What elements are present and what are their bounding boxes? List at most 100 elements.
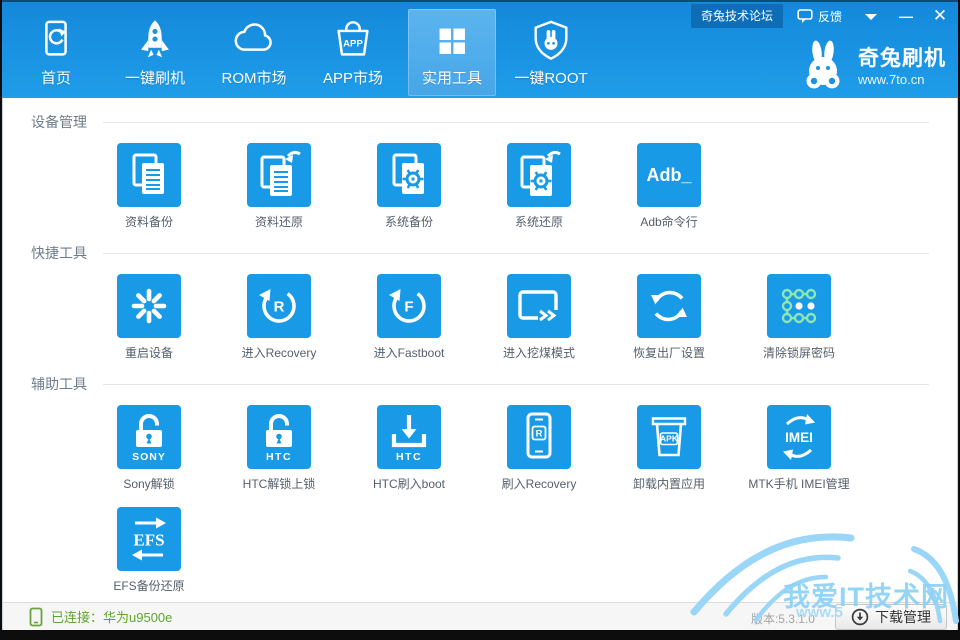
tool-enter-recovery[interactable]: R 进入Recovery (214, 274, 344, 361)
tab-rom-market[interactable]: ROM市场 (210, 9, 298, 96)
data-restore-icon (247, 143, 311, 207)
menu-dropdown-button[interactable] (860, 7, 882, 25)
section-title: 设备管理 (31, 112, 87, 132)
tool-efs-backup-restore[interactable]: EFS EFS备份还原 (84, 507, 214, 594)
system-restore-icon (507, 143, 571, 207)
tool-label: MTK手机 IMEI管理 (748, 475, 849, 492)
restart-icon (117, 274, 181, 338)
rocket-icon (132, 18, 178, 64)
header: 首页 一键刷机 (2, 0, 958, 98)
section-device-management-row: 资料备份 资料还原 (3, 143, 957, 230)
tool-clear-lock-password[interactable]: 清除锁屏密码 (734, 274, 864, 361)
efs-icon: EFS (117, 507, 181, 571)
svg-text:Adb_: Adb_ (647, 165, 693, 185)
grid-icon (429, 18, 475, 64)
tool-data-restore[interactable]: 资料还原 (214, 143, 344, 230)
section-aux-tools-row: SONY Sony解锁 HTC HTC解锁上锁 (3, 405, 957, 594)
svg-text:R: R (536, 429, 543, 440)
imei-icon: IMEI (767, 405, 831, 469)
tool-factory-reset[interactable]: 恢复出厂设置 (604, 274, 734, 361)
phone-connected-icon (29, 607, 43, 627)
section-title: 辅助工具 (31, 374, 87, 394)
factory-reset-icon (637, 274, 701, 338)
titlebar-controls: 奇兔技术论坛 反馈 — ✕ (691, 5, 950, 27)
tab-label: 首页 (41, 67, 71, 88)
section-divider (103, 253, 929, 254)
tool-flash-recovery[interactable]: R 刷入Recovery (474, 405, 604, 492)
feedback-button[interactable]: 反馈 (797, 8, 842, 25)
tool-system-backup[interactable]: 系统备份 (344, 143, 474, 230)
tool-label: 进入Fastboot (374, 344, 445, 361)
tool-enter-fastboot[interactable]: F 进入Fastboot (344, 274, 474, 361)
logo-title: 奇兔刷机 (858, 42, 946, 72)
tool-data-backup[interactable]: 资料备份 (84, 143, 214, 230)
section-aux-tools-header: 辅助工具 (3, 374, 957, 394)
tab-label: APP市场 (323, 67, 383, 88)
svg-text:HTC: HTC (266, 451, 292, 463)
tool-label: HTC解锁上锁 (243, 475, 316, 492)
svg-text:F: F (404, 299, 413, 316)
rabbit-logo-icon (795, 36, 851, 92)
download-manager-button[interactable]: 下载管理 (835, 604, 947, 630)
tool-label: 资料备份 (125, 213, 173, 230)
tool-restart-device[interactable]: 重启设备 (84, 274, 214, 361)
shopping-bag-icon: APP (330, 18, 376, 64)
close-button[interactable]: ✕ (930, 6, 950, 26)
tool-system-restore[interactable]: 系统还原 (474, 143, 604, 230)
tool-adb-cli[interactable]: Adb_ Adb命令行 (604, 143, 734, 230)
tool-label: 系统还原 (515, 213, 563, 230)
speech-bubble-icon (797, 8, 813, 24)
pattern-lock-icon (767, 274, 831, 338)
tool-label: 卸载内置应用 (633, 475, 705, 492)
version-text: 版本:5.3.1.0 (751, 610, 815, 627)
section-divider (103, 122, 929, 123)
tool-label: EFS备份还原 (113, 577, 184, 594)
tab-app-market[interactable]: APP APP市场 (309, 9, 397, 96)
tool-label: 进入Recovery (242, 344, 317, 361)
tool-label: 清除锁屏密码 (763, 344, 835, 361)
tab-label: ROM市场 (222, 67, 287, 88)
tool-label: 进入挖煤模式 (503, 344, 575, 361)
adb-cli-icon: Adb_ (637, 143, 701, 207)
tool-sony-unlock[interactable]: SONY Sony解锁 (84, 405, 214, 492)
tool-label: Adb命令行 (640, 213, 697, 230)
svg-text:R: R (274, 299, 285, 316)
tab-label: 一键ROOT (514, 67, 587, 88)
forum-button[interactable]: 奇兔技术论坛 (691, 4, 783, 28)
tool-label: 资料还原 (255, 213, 303, 230)
tab-home[interactable]: 首页 (12, 9, 100, 96)
svg-text:EFS: EFS (133, 531, 164, 550)
minimize-button[interactable]: — (896, 8, 916, 24)
feedback-label: 反馈 (818, 8, 842, 25)
sony-unlock-icon: SONY (117, 405, 181, 469)
section-quick-tools-row: 重启设备 R 进入Recovery F 进入 (3, 274, 957, 361)
tab-label: 一键刷机 (125, 67, 185, 88)
svg-text:SONY: SONY (132, 451, 166, 463)
svg-text:APP: APP (343, 38, 363, 49)
tab-one-key-root[interactable]: 一键ROOT (507, 9, 595, 96)
tool-enter-download-mode[interactable]: 进入挖煤模式 (474, 274, 604, 361)
tool-uninstall-builtin-apps[interactable]: APK 卸载内置应用 (604, 405, 734, 492)
htc-lock-icon: HTC (247, 405, 311, 469)
tool-label: Sony解锁 (123, 475, 174, 492)
data-backup-icon (117, 143, 181, 207)
tool-htc-flash-boot[interactable]: HTC HTC刷入boot (344, 405, 474, 492)
tool-label: 系统备份 (385, 213, 433, 230)
cloud-icon (231, 18, 277, 64)
section-divider (103, 384, 929, 385)
connection-text: 已连接：华为u9500e (51, 607, 172, 626)
tool-mtk-imei-manager[interactable]: IMEI MTK手机 IMEI管理 (734, 405, 864, 492)
recovery-icon: R (247, 274, 311, 338)
status-bar: 已连接：华为u9500e 版本:5.3.1.0 下载管理 (2, 602, 958, 630)
download-manager-label: 下载管理 (875, 607, 931, 627)
tool-htc-unlock-relock[interactable]: HTC HTC解锁上锁 (214, 405, 344, 492)
tab-one-key-flash[interactable]: 一键刷机 (111, 9, 199, 96)
connection-status: 已连接：华为u9500e (29, 603, 172, 630)
tab-utility-tools[interactable]: 实用工具 (408, 9, 496, 96)
app-logo: 奇兔刷机 www.7to.cn (795, 36, 946, 92)
tool-label: 重启设备 (125, 344, 173, 361)
section-quick-tools-header: 快捷工具 (3, 243, 957, 263)
app-window: 首页 一键刷机 (0, 0, 960, 640)
shield-rabbit-icon (528, 18, 574, 64)
tool-label: HTC刷入boot (373, 475, 445, 492)
